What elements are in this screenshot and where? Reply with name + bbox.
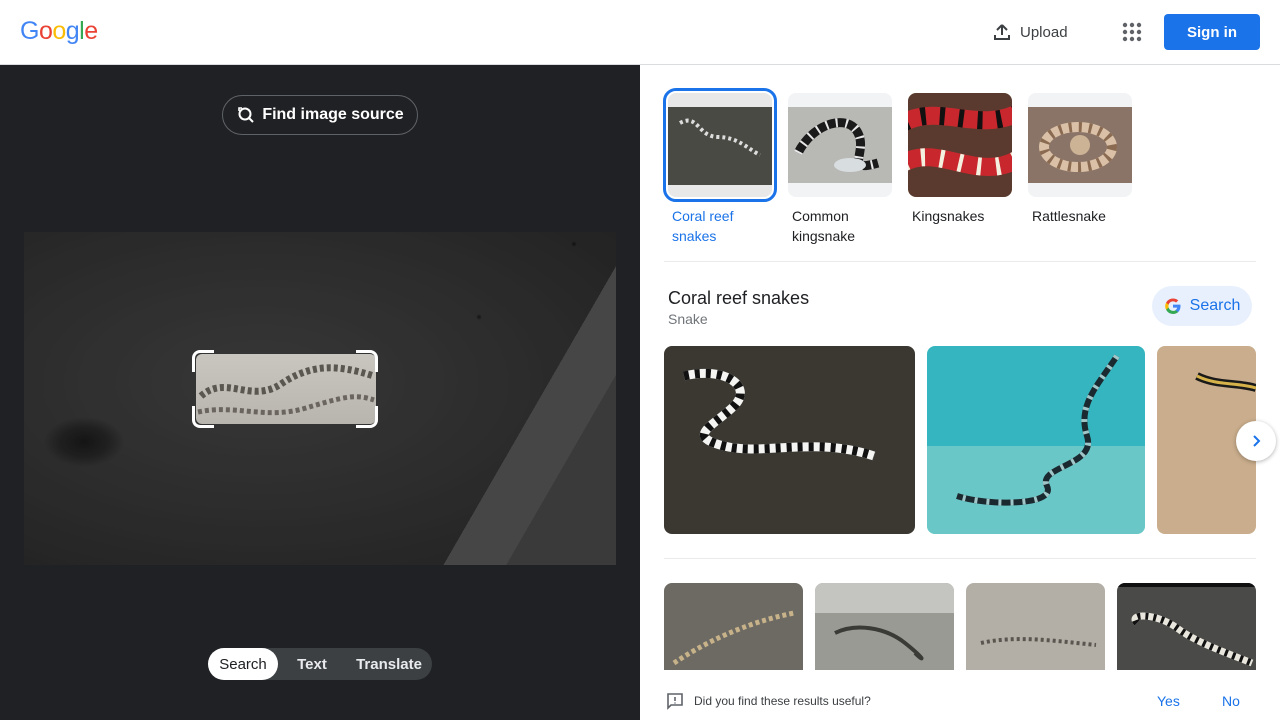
image-search-icon bbox=[238, 107, 255, 123]
category-label: Kingsnakes bbox=[912, 208, 985, 224]
feedback-question: Did you find these results useful? bbox=[694, 694, 871, 708]
lens-mode-switcher: Search Text Translate bbox=[208, 648, 432, 680]
category-thumbnail bbox=[1028, 93, 1132, 197]
query-image bbox=[24, 232, 616, 565]
crop-handle-top-right[interactable] bbox=[356, 350, 378, 372]
google-logo[interactable]: Google bbox=[20, 17, 98, 46]
category-chip-coral-reef-snakes[interactable]: Coral reef snakes bbox=[663, 88, 777, 246]
chevron-right-icon bbox=[1253, 435, 1261, 447]
category-chip-kingsnakes[interactable]: Kingsnakes bbox=[908, 93, 1012, 226]
mode-text-tab[interactable]: Text bbox=[278, 648, 346, 680]
feedback-yes-button[interactable]: Yes bbox=[1157, 693, 1180, 709]
google-search-label: Search bbox=[1189, 297, 1241, 314]
upload-icon bbox=[994, 24, 1010, 40]
feedback-bar: Did you find these results useful? Yes N… bbox=[640, 670, 1280, 720]
category-thumbnail bbox=[908, 93, 1012, 197]
category-label: Common kingsnake bbox=[792, 208, 856, 244]
result-image[interactable] bbox=[966, 583, 1105, 678]
mode-translate-tab[interactable]: Translate bbox=[346, 648, 432, 680]
mode-search-tab[interactable]: Search bbox=[208, 648, 278, 680]
crop-selection[interactable] bbox=[196, 354, 376, 424]
section-divider bbox=[664, 261, 1256, 262]
result-image[interactable] bbox=[815, 583, 954, 678]
google-search-button[interactable]: Search bbox=[1152, 286, 1252, 326]
category-label: Rattlesnake bbox=[1032, 208, 1106, 224]
image-query-panel: Find image source Search Text Translate bbox=[0, 65, 640, 720]
carousel-next-button[interactable] bbox=[1236, 421, 1276, 461]
crop-handle-top-left[interactable] bbox=[192, 350, 214, 372]
crop-handle-bottom-left[interactable] bbox=[192, 406, 214, 428]
results-panel: Coral reef snakes Common kingsnake Kings… bbox=[640, 65, 1280, 720]
result-image[interactable] bbox=[927, 346, 1145, 534]
find-image-source-button[interactable]: Find image source bbox=[222, 95, 418, 135]
category-thumbnail bbox=[663, 88, 777, 202]
find-image-source-label: Find image source bbox=[262, 106, 404, 123]
category-chip-rattlesnake[interactable]: Rattlesnake bbox=[1028, 93, 1132, 226]
upload-button[interactable]: Upload bbox=[992, 20, 1068, 44]
entity-title: Coral reef snakes bbox=[668, 288, 810, 308]
top-bar: Google Upload Sign in bbox=[0, 0, 1280, 65]
feedback-icon bbox=[667, 693, 683, 710]
sign-in-button[interactable]: Sign in bbox=[1164, 14, 1260, 50]
result-image[interactable] bbox=[664, 346, 915, 534]
section-divider bbox=[664, 558, 1256, 559]
category-thumbnail bbox=[788, 93, 892, 197]
result-image[interactable] bbox=[664, 583, 803, 678]
crop-handle-bottom-right[interactable] bbox=[356, 406, 378, 428]
category-chip-common-kingsnake[interactable]: Common kingsnake bbox=[788, 93, 892, 246]
category-label: Coral reef snakes bbox=[672, 208, 734, 244]
result-image[interactable] bbox=[1117, 583, 1256, 678]
google-g-icon bbox=[1164, 298, 1181, 314]
feedback-no-button[interactable]: No bbox=[1222, 693, 1240, 709]
apps-grid-icon[interactable] bbox=[1120, 20, 1144, 44]
upload-label: Upload bbox=[1020, 23, 1068, 41]
entity-subtitle: Snake bbox=[668, 311, 708, 327]
